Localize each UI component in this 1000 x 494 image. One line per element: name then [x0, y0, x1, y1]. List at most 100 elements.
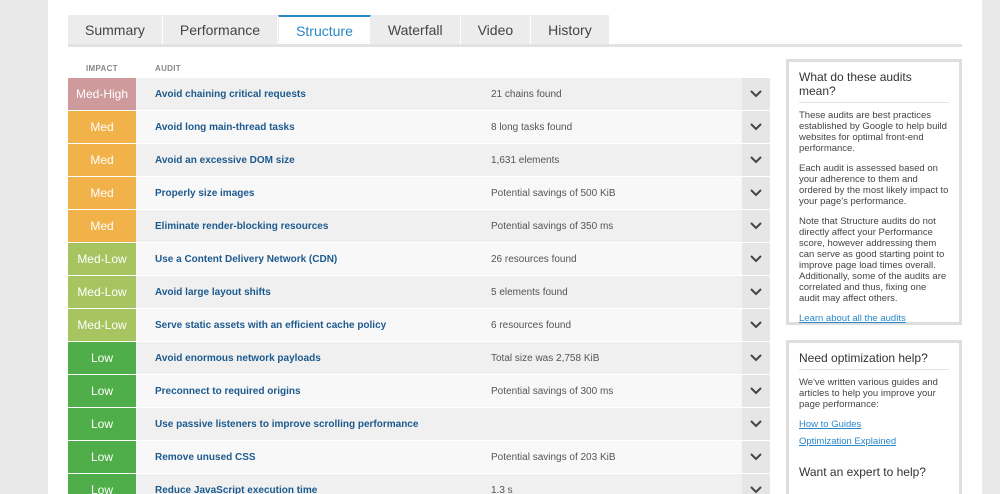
impact-badge: Low	[68, 474, 136, 494]
impact-badge: Med-Low	[68, 276, 136, 308]
expand-row-button[interactable]	[742, 210, 770, 242]
expand-row-button[interactable]	[742, 309, 770, 341]
impact-badge: Med-Low	[68, 243, 136, 275]
expand-row-button[interactable]	[742, 111, 770, 143]
audit-title[interactable]: Avoid enormous network payloads	[136, 353, 491, 364]
audit-result: Potential savings of 500 KiB	[491, 187, 616, 199]
tab-underline	[68, 44, 962, 47]
impact-badge: Med	[68, 177, 136, 209]
audit-title[interactable]: Serve static assets with an efficient ca…	[136, 320, 491, 331]
audit-title[interactable]: Use passive listeners to improve scrolli…	[136, 419, 491, 430]
tab-performance[interactable]: Performance	[162, 15, 279, 45]
impact-badge: Low	[68, 408, 136, 440]
audit-row[interactable]: Med-Low Use a Content Delivery Network (C…	[68, 243, 770, 276]
tab-waterfall[interactable]: Waterfall	[370, 15, 461, 45]
learn-about-audits-link[interactable]: Learn about all the audits	[799, 313, 949, 324]
optimization-help-text: We've written various guides and article…	[799, 377, 938, 410]
audit-column-header: AUDIT	[155, 64, 181, 73]
how-to-guides-link[interactable]: How to Guides	[799, 419, 949, 430]
audit-row[interactable]: Low Preconnect to required origins Potenti…	[68, 375, 770, 408]
chevron-down-icon	[750, 288, 762, 296]
expand-row-button[interactable]	[742, 474, 770, 494]
expand-row-button[interactable]	[742, 177, 770, 209]
expand-row-button[interactable]	[742, 276, 770, 308]
audit-title[interactable]: Reduce JavaScript execution time	[136, 485, 491, 494]
tab-summary[interactable]: Summary	[68, 15, 163, 45]
impact-badge: Low	[68, 342, 136, 374]
audit-result: Total size was 2,758 KiB	[491, 352, 600, 364]
chevron-down-icon	[750, 321, 762, 329]
audit-row[interactable]: Low Avoid enormous network payloads Total …	[68, 342, 770, 375]
audit-table: Med-High Avoid chaining critical requests…	[68, 78, 770, 494]
audit-result: 6 resources found	[491, 319, 572, 331]
expand-row-button[interactable]	[742, 342, 770, 374]
audit-result: 1.3 s	[491, 484, 513, 494]
audit-row[interactable]: Low Remove unused CSS Potential savings of…	[68, 441, 770, 474]
audits-info-panel: What do these audits mean? These audits …	[786, 59, 962, 325]
tab-structure[interactable]: Structure	[278, 15, 371, 45]
audit-row[interactable]: Low Use passive listeners to improve scro…	[68, 408, 770, 441]
audit-title[interactable]: Properly size images	[136, 188, 491, 199]
chevron-down-icon	[750, 453, 762, 461]
audit-title[interactable]: Avoid chaining critical requests	[136, 89, 491, 100]
audit-row[interactable]: Med-High Avoid chaining critical requests…	[68, 78, 770, 111]
audit-result: 21 chains found	[491, 88, 562, 100]
impact-badge: Low	[68, 441, 136, 473]
audit-title[interactable]: Preconnect to required origins	[136, 386, 491, 397]
chevron-down-icon	[750, 156, 762, 164]
impact-column-header: IMPACT	[86, 64, 118, 73]
audit-result: 26 resources found	[491, 253, 577, 265]
chevron-down-icon	[750, 255, 762, 263]
report-page: Summary Performance Structure Waterfall Vide…	[48, 0, 982, 494]
audit-result: 1,631 elements	[491, 154, 560, 166]
audit-result: Potential savings of 300 ms	[491, 385, 614, 397]
chevron-down-icon	[750, 90, 762, 98]
audit-title[interactable]: Avoid long main-thread tasks	[136, 122, 491, 133]
optimization-help-panel: Need optimization help? We've written va…	[786, 340, 962, 494]
expand-row-button[interactable]	[742, 243, 770, 275]
impact-badge: Low	[68, 375, 136, 407]
audit-result: Potential savings of 350 ms	[491, 220, 614, 232]
expand-row-button[interactable]	[742, 408, 770, 440]
audits-info-text-1: These audits are best practices establis…	[799, 110, 947, 154]
chevron-down-icon	[750, 123, 762, 131]
audit-row[interactable]: Med-Low Serve static assets with an effic…	[68, 309, 770, 342]
audits-info-title: What do these audits mean?	[799, 62, 949, 103]
impact-badge: Med	[68, 111, 136, 143]
chevron-down-icon	[750, 420, 762, 428]
expand-row-button[interactable]	[742, 144, 770, 176]
chevron-down-icon	[750, 387, 762, 395]
audit-result: 8 long tasks found	[491, 121, 573, 133]
chevron-down-icon	[750, 354, 762, 362]
impact-badge: Med-High	[68, 78, 136, 110]
optimization-help-title: Need optimization help?	[799, 343, 949, 370]
tab-video[interactable]: Video	[460, 15, 532, 45]
report-tabs: Summary Performance Structure Waterfall Vide…	[68, 15, 610, 45]
audit-title[interactable]: Remove unused CSS	[136, 452, 491, 463]
audit-row[interactable]: Med Eliminate render-blocking resources Po…	[68, 210, 770, 243]
impact-badge: Med	[68, 210, 136, 242]
audit-title[interactable]: Avoid an excessive DOM size	[136, 155, 491, 166]
expand-row-button[interactable]	[742, 78, 770, 110]
audit-result: Potential savings of 203 KiB	[491, 451, 616, 463]
audit-title[interactable]: Eliminate render-blocking resources	[136, 221, 491, 232]
impact-badge: Med-Low	[68, 309, 136, 341]
impact-badge: Med	[68, 144, 136, 176]
optimization-explained-link[interactable]: Optimization Explained	[799, 436, 949, 447]
audit-row[interactable]: Med Properly size images Potential savings…	[68, 177, 770, 210]
audits-info-text-2: Each audit is assessed based on your adh…	[799, 163, 949, 207]
chevron-down-icon	[750, 189, 762, 197]
audit-row[interactable]: Low Reduce JavaScript execution time 1.3 s	[68, 474, 770, 494]
expand-row-button[interactable]	[742, 441, 770, 473]
tab-history[interactable]: History	[531, 15, 610, 45]
chevron-down-icon	[750, 486, 762, 494]
audit-title[interactable]: Use a Content Delivery Network (CDN)	[136, 254, 491, 265]
expand-row-button[interactable]	[742, 375, 770, 407]
audit-row[interactable]: Med-Low Avoid large layout shifts 5 elemen…	[68, 276, 770, 309]
audit-row[interactable]: Med Avoid long main-thread tasks 8 long ta…	[68, 111, 770, 144]
audit-title[interactable]: Avoid large layout shifts	[136, 287, 491, 298]
audit-row[interactable]: Med Avoid an excessive DOM size 1,631 elem…	[68, 144, 770, 177]
expert-help-title: Want an expert to help?	[799, 465, 926, 479]
audit-result: 5 elements found	[491, 286, 568, 298]
chevron-down-icon	[750, 222, 762, 230]
